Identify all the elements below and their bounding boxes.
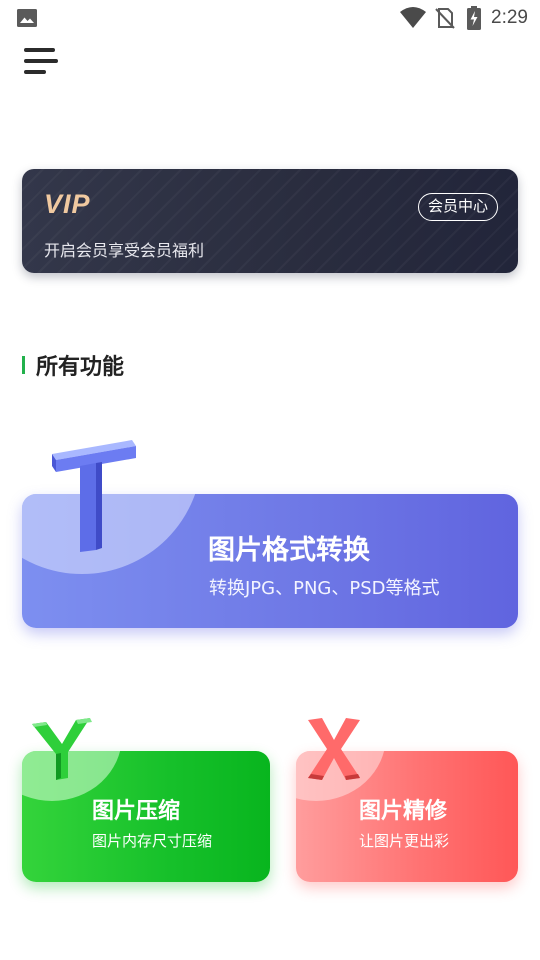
- retouch-subtitle: 让图片更出彩: [359, 832, 450, 850]
- status-time: 2:29: [491, 7, 528, 28]
- app-screen: 2:29 VIP 开启会员享受会员福利 会员中心 所有功能 图片格式转换 转换J…: [0, 0, 540, 960]
- svg-text:VIP: VIP: [44, 189, 91, 219]
- status-bar: 2:29: [0, 0, 540, 36]
- section-accent-bar: [22, 356, 25, 374]
- member-center-button[interactable]: 会员中心: [417, 193, 498, 221]
- letter-y-icon: [32, 718, 92, 780]
- section-title: 所有功能: [36, 355, 125, 380]
- compress-subtitle: 图片内存尺寸压缩: [92, 832, 213, 850]
- format-convert-subtitle: 转换JPG、PNG、PSD等格式: [209, 578, 440, 599]
- status-icons: 2:29: [399, 4, 528, 32]
- vip-subtitle: 开启会员享受会员福利: [44, 241, 205, 260]
- letter-x-icon: [308, 718, 360, 780]
- retouch-title: 图片精修: [359, 799, 448, 824]
- battery-charging-icon: [467, 6, 482, 30]
- wifi-icon: [400, 7, 427, 28]
- compress-title: 图片压缩: [92, 799, 181, 824]
- format-convert-title: 图片格式转换: [208, 535, 370, 566]
- section-header: 所有功能: [22, 350, 124, 380]
- letter-t-icon: [52, 440, 136, 552]
- menu-button[interactable]: [24, 46, 60, 76]
- vip-banner[interactable]: VIP 开启会员享受会员福利 会员中心: [22, 169, 518, 273]
- menu-icon: [24, 48, 58, 74]
- no-sim-icon: [435, 8, 455, 29]
- vip-logo: VIP: [44, 189, 91, 219]
- image-icon: [17, 9, 37, 27]
